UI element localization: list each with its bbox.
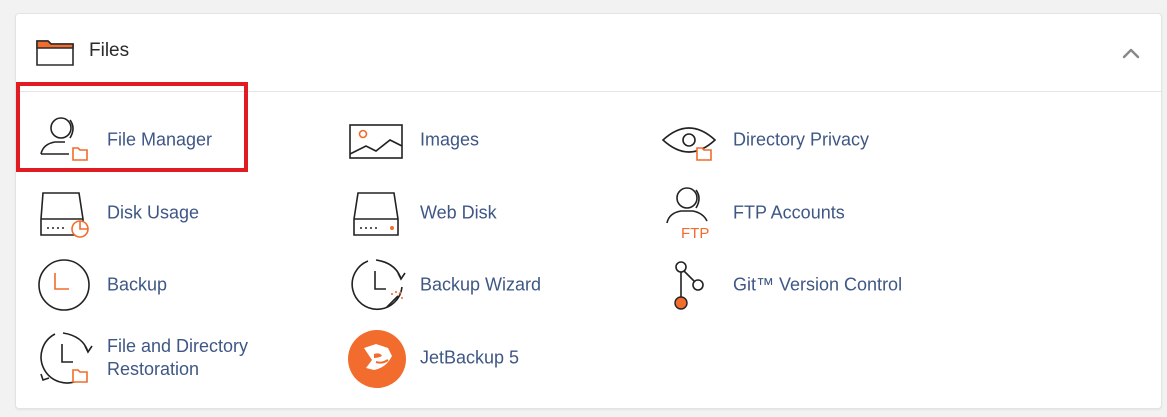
item-label: Backup: [107, 274, 168, 295]
item-label: File Manager: [107, 129, 213, 150]
backup-wizard-link[interactable]: Backup Wizard: [346, 253, 566, 317]
item-label: Directory Privacy: [733, 129, 870, 150]
images-icon: [349, 124, 403, 159]
item-label: Disk Usage: [107, 202, 200, 223]
jetbackup-icon: [348, 330, 406, 388]
backup-wizard-icon: [351, 259, 406, 311]
item-label: JetBackup 5: [420, 347, 520, 368]
file-manager-link[interactable]: File Manager: [33, 108, 243, 172]
item-label: Images: [420, 129, 480, 150]
ftp-icon-text: FTP: [681, 225, 709, 242]
web-disk-link[interactable]: Web Disk: [346, 181, 546, 245]
backup-icon: [38, 259, 90, 311]
directory-privacy-link[interactable]: Directory Privacy: [659, 108, 919, 172]
backup-link[interactable]: Backup: [33, 253, 233, 317]
item-label: Web Disk: [420, 202, 497, 223]
web-disk-icon: [353, 192, 399, 236]
ftp-accounts-link[interactable]: FTP FTP Accounts: [659, 181, 889, 245]
item-label: FTP Accounts: [733, 202, 845, 223]
chevron-up-icon[interactable]: [1119, 42, 1143, 66]
git-icon: [674, 261, 704, 310]
folder-icon: [36, 40, 74, 66]
disk-usage-link[interactable]: Disk Usage: [33, 181, 243, 245]
disk-usage-icon: [40, 192, 89, 238]
images-link[interactable]: Images: [346, 108, 566, 172]
file-manager-icon: [40, 117, 88, 161]
restoration-icon: [40, 332, 93, 384]
ftp-accounts-icon: FTP: [666, 187, 709, 242]
item-label: File and Directory Restoration: [107, 336, 249, 379]
directory-privacy-icon: [661, 127, 717, 161]
panel-title: Files: [89, 40, 130, 61]
file-directory-restoration-link[interactable]: File and Directory Restoration: [33, 326, 273, 390]
git-version-control-link[interactable]: Git™ Version Control: [659, 253, 919, 317]
jetbackup-link[interactable]: JetBackup 5: [346, 326, 546, 390]
item-label: Git™ Version Control: [733, 274, 903, 295]
panel-header[interactable]: Files: [16, 14, 1161, 92]
item-label: Backup Wizard: [420, 274, 542, 295]
